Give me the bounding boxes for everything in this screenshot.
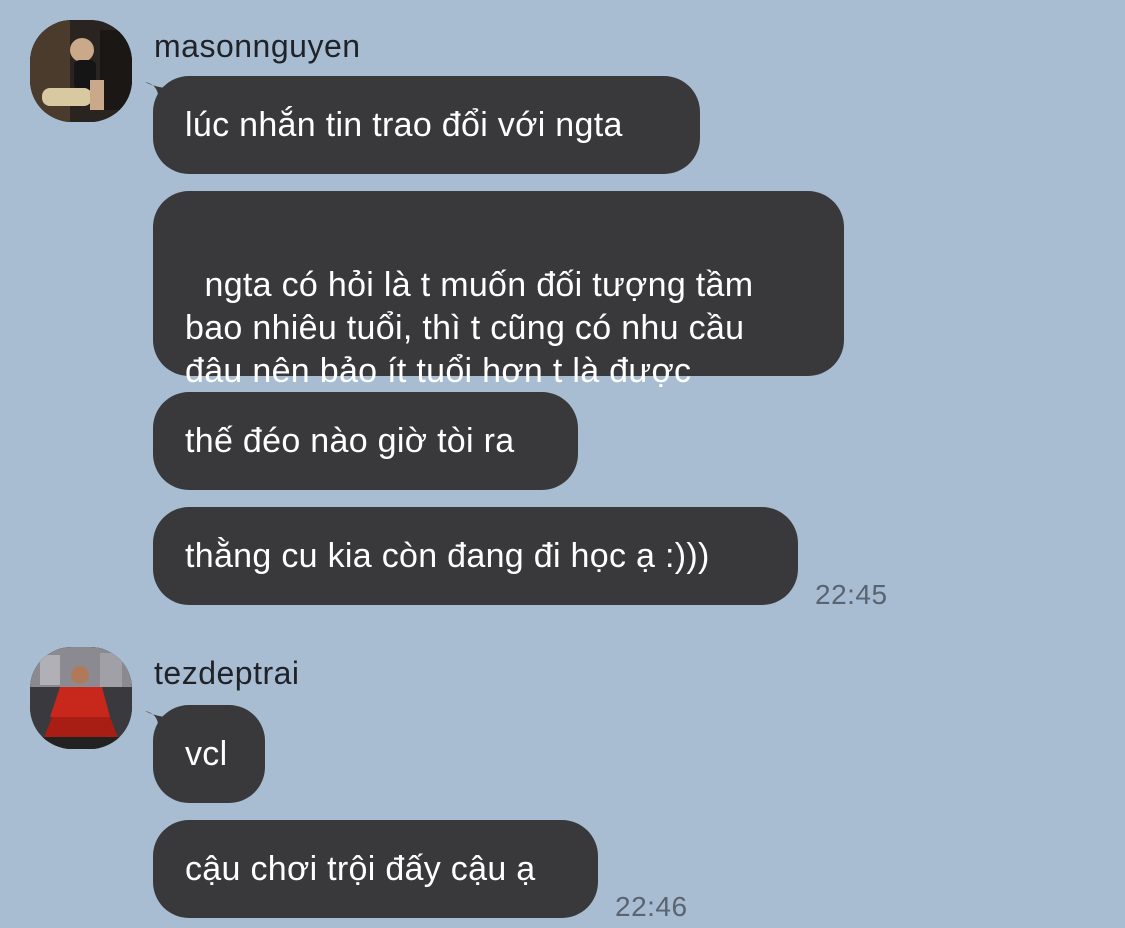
message-text: lúc nhắn tin trao đổi với ngta: [185, 105, 623, 144]
sender-avatar-tezdeptrai[interactable]: [30, 647, 132, 749]
sender-avatar-masonnguyen[interactable]: [30, 20, 132, 122]
message-text: vcl: [185, 734, 228, 773]
avatar-photo-icon: [30, 647, 132, 749]
message-bubble[interactable]: ngta có hỏi là t muốn đối tượng tầm bao …: [153, 191, 844, 390]
message-bubble[interactable]: lúc nhắn tin trao đổi với ngta: [153, 76, 700, 174]
message-bubble[interactable]: vcl: [153, 705, 265, 803]
sender-name: tezdeptrai: [154, 655, 300, 691]
message-text: cậu chơi trội đấy cậu ạ: [185, 849, 536, 888]
message-bubble[interactable]: cậu chơi trội đấy cậu ạ: [153, 820, 598, 918]
message-timestamp: 22:45: [815, 579, 888, 610]
message-bubble[interactable]: thằng cu kia còn đang đi học ạ :))): [153, 507, 798, 605]
sender-name: masonnguyen: [154, 28, 361, 64]
message-text: thế đéo nào giờ tòi ra: [185, 421, 515, 460]
avatar-photo-icon: [30, 20, 132, 122]
message-text: ngta có hỏi là t muốn đối tượng tầm bao …: [185, 266, 754, 390]
message-text: thằng cu kia còn đang đi học ạ :))): [185, 536, 710, 575]
message-timestamp: 22:46: [615, 891, 688, 922]
message-bubble[interactable]: thế đéo nào giờ tòi ra: [153, 392, 578, 490]
